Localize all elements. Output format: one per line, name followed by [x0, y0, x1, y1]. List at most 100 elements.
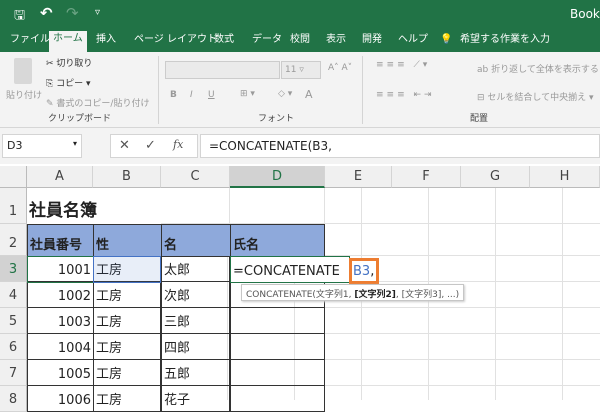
cell-d6[interactable]	[230, 334, 325, 360]
tab-data[interactable]: データ	[248, 32, 286, 52]
column-header-h[interactable]: H	[530, 166, 600, 188]
cancel-button[interactable]: ✕	[119, 138, 130, 153]
fill-color-icon[interactable]: ◇ ▾	[278, 89, 292, 99]
row-header-6[interactable]: 6	[0, 334, 27, 360]
column-header-e[interactable]: E	[325, 166, 392, 188]
format-painter-button[interactable]: ✎ 書式のコピー/貼り付け	[46, 96, 149, 109]
tab-help[interactable]: ヘルプ	[394, 32, 432, 52]
cell-c2[interactable]: 名	[161, 224, 231, 257]
italic-button[interactable]: I	[190, 90, 193, 100]
window-title: Book1	[570, 7, 600, 21]
cell-d3-editor[interactable]: =CONCATENATE	[230, 256, 350, 283]
merge-icon: ⊟	[477, 93, 488, 103]
cell-d2[interactable]: 氏名	[230, 224, 325, 257]
row-header-8[interactable]: 8	[0, 386, 27, 412]
cell-a8[interactable]: 1006	[27, 386, 94, 412]
cell-d8[interactable]	[230, 386, 325, 412]
tab-view[interactable]: 表示	[322, 32, 350, 52]
undo-icon[interactable]: ↶	[40, 4, 53, 22]
cell-a3-border	[27, 256, 94, 283]
cell-c5[interactable]: 三郎	[161, 308, 230, 334]
cell-b7[interactable]: 工房	[93, 360, 161, 386]
tell-me-input[interactable]: 希望する作業を入力	[456, 32, 554, 52]
font-size-value: 11	[285, 65, 297, 75]
lightbulb-icon: 💡	[440, 34, 453, 45]
cell-b6[interactable]: 工房	[93, 334, 161, 360]
cell-a1[interactable]: 社員名簿	[27, 188, 161, 224]
cell-c1[interactable]	[161, 188, 230, 224]
cell-b5[interactable]: 工房	[93, 308, 161, 334]
customize-qat-icon[interactable]: ▿	[95, 7, 100, 18]
insert-function-button[interactable]: fx	[173, 138, 183, 151]
row-header-4[interactable]: 4	[0, 282, 27, 308]
select-all-button[interactable]	[0, 166, 27, 188]
cell-c7[interactable]: 五郎	[161, 360, 230, 386]
formula-input[interactable]: =CONCATENATE(B3,	[200, 134, 600, 158]
row-header-7[interactable]: 7	[0, 360, 27, 386]
column-header-b[interactable]: B	[93, 166, 161, 188]
editing-reference[interactable]: B3	[353, 264, 370, 279]
bold-button[interactable]: B	[170, 90, 177, 100]
ribbon: 貼り付け ✂ 切り取り ⎘ コピー ▾ ✎ 書式のコピー/貼り付け クリップボー…	[0, 52, 600, 128]
tab-home[interactable]: ホーム	[49, 31, 87, 52]
editing-comma: ,	[370, 264, 375, 279]
cell-a7[interactable]: 1005	[27, 360, 94, 386]
cell-b4[interactable]: 工房	[93, 282, 161, 308]
tab-file[interactable]: ファイル	[6, 32, 54, 52]
name-box-value: D3	[7, 139, 23, 152]
merge-center-button[interactable]: ⊟ セルを結合して中央揃え ▾	[477, 90, 594, 103]
title-bar: 🖫 ↶ ↷ ▿ Book1	[0, 0, 600, 28]
border-icon[interactable]: ⊞ ▾	[240, 89, 255, 99]
cell-c6[interactable]: 四郎	[161, 334, 230, 360]
cell-a2[interactable]: 社員番号	[27, 224, 94, 257]
column-header-g[interactable]: G	[461, 166, 530, 188]
editing-function: =CONCATENATE	[233, 264, 340, 279]
tab-review[interactable]: 校閲	[286, 32, 314, 52]
formula-buttons: ✕ ✓ fx	[110, 134, 198, 158]
cell-d5[interactable]	[230, 308, 325, 334]
scissors-icon: ✂	[46, 59, 57, 69]
column-header-d[interactable]: D	[230, 166, 325, 188]
cell-b2[interactable]: 性	[93, 224, 162, 257]
font-name-select[interactable]	[165, 61, 280, 79]
wrap-icon: ab	[477, 65, 492, 75]
cell-a5[interactable]: 1003	[27, 308, 94, 334]
name-box[interactable]: D3 ▾	[2, 134, 82, 158]
font-size-select[interactable]: 11 ▿	[281, 61, 321, 79]
tab-formulas[interactable]: 数式	[210, 32, 238, 52]
copy-label: コピー	[56, 79, 84, 89]
save-icon[interactable]: 🖫	[14, 6, 25, 28]
cell-c3[interactable]: 太郎	[161, 256, 230, 282]
cell-b8[interactable]: 工房	[93, 386, 161, 412]
column-header-a[interactable]: A	[27, 166, 93, 188]
row-header-2[interactable]: 2	[0, 224, 27, 256]
cell-a4[interactable]: 1002	[27, 282, 94, 308]
cell-d1[interactable]	[230, 188, 325, 224]
enter-button[interactable]: ✓	[145, 138, 156, 153]
column-header-f[interactable]: F	[392, 166, 461, 188]
wrap-text-button[interactable]: ab 折り返して全体を表示する	[477, 62, 599, 75]
merge-label: セルを結合して中央揃え	[487, 93, 587, 103]
paste-button[interactable]: 貼り付け	[6, 88, 42, 101]
tab-developer[interactable]: 開発	[358, 32, 386, 52]
redo-icon[interactable]: ↷	[66, 4, 79, 22]
cell-c8[interactable]: 花子	[161, 386, 230, 412]
cell-c4[interactable]: 次郎	[161, 282, 230, 308]
brush-icon: ✎	[46, 99, 57, 109]
tab-page-layout[interactable]: ページ レイアウト	[130, 32, 221, 52]
cell-d7[interactable]	[230, 360, 325, 386]
column-header-c[interactable]: C	[161, 166, 230, 188]
underline-button[interactable]: U	[208, 90, 215, 100]
row-header-5[interactable]: 5	[0, 308, 27, 334]
row-header-3[interactable]: 3	[0, 256, 27, 282]
row-header-1[interactable]: 1	[0, 188, 27, 224]
copy-button[interactable]: ⎘ コピー ▾	[46, 76, 90, 89]
vertical-align-icons[interactable]: ≡≡≡ ⟋▾	[376, 60, 430, 70]
grow-font-icon[interactable]: A˄ A˅	[328, 63, 352, 73]
tab-insert[interactable]: 挿入	[92, 32, 120, 52]
reference-highlight-b3	[93, 256, 161, 283]
horizontal-align-icons[interactable]: ≡≡≡ ⇤⇥	[376, 90, 435, 100]
cell-a6[interactable]: 1004	[27, 334, 94, 360]
font-color-button[interactable]: A	[305, 88, 313, 101]
cut-button[interactable]: ✂ 切り取り	[46, 56, 92, 69]
